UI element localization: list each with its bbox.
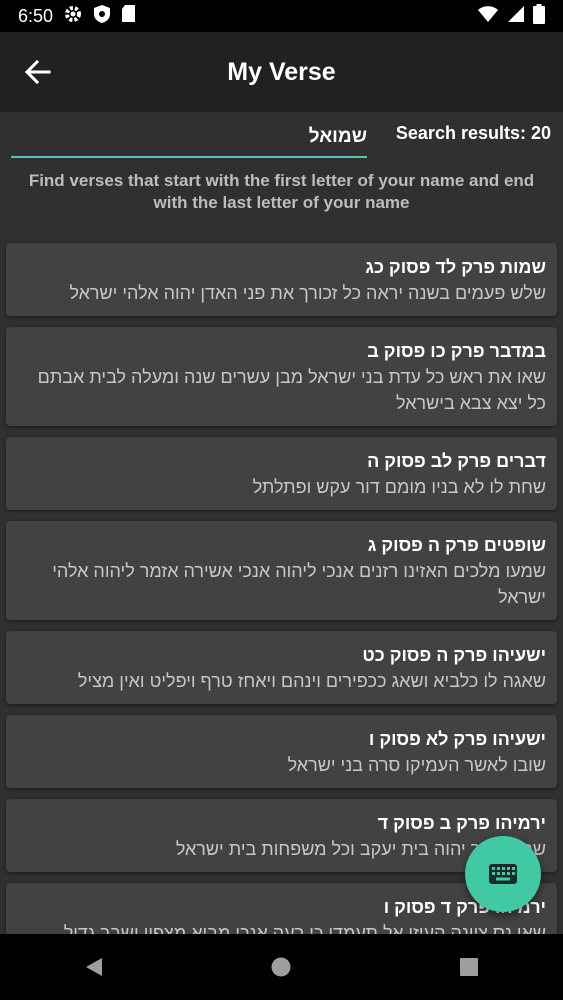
app-bar: My Verse [0,32,563,112]
verse-reference: במדבר פרק כו פסוק ב [367,341,546,361]
verse-text: שאו את ראש כל עדת בני ישראל מבן עשרים שנ… [37,367,546,413]
verse-text: שמעו דבר יהוה בית יעקב וכל משפחות בית יש… [175,839,546,859]
navigation-bar [0,934,563,1000]
verse-text: שובו לאשר העמיקו סרה בני ישראל [287,755,546,775]
recents-square-icon [460,958,479,976]
shield-icon [93,4,111,29]
verse-text: שלש פעמים בשנה יראה כל זכורך את פני האדן… [69,283,546,303]
verse-text: שחת לו לא בניו מומם דור עקש ופתלתל [252,477,546,497]
status-time: 6:50 [18,5,54,26]
verse-reference: ישעיהו פרק לא פסוק ו [368,729,546,749]
keyboard-button[interactable] [465,836,541,912]
search-input[interactable] [11,124,367,158]
nav-home-button[interactable] [251,937,311,997]
page-title: My Verse [227,57,336,86]
verse-text: שאגה לו כלביא ושאג ככפירים וינהם ויאחז ט… [77,671,546,691]
keyboard-icon [489,864,517,884]
verse-card[interactable]: דברים פרק לב פסוק ה שחת לו לא בניו מומם … [6,437,557,510]
verse-card[interactable]: ישעיהו פרק לא פסוק ו שובו לאשר העמיקו סר… [6,715,557,788]
verse-reference: ירמיהו פרק ב פסוק ד [377,813,546,833]
wifi-icon [477,5,499,28]
search-results-count: Search results: 20 [395,123,551,143]
verse-reference: שמות פרק לד פסוק כג [365,257,546,277]
gear-icon [63,4,83,29]
home-circle-icon [271,957,291,977]
nav-recents-button[interactable] [439,937,499,997]
status-bar: 6:50 [0,0,563,32]
verse-reference: שופטים פרק ה פסוק ג [367,535,546,555]
battery-icon [533,3,545,29]
verse-card[interactable]: שופטים פרק ה פסוק ג שמעו מלכים האזינו רז… [6,521,557,620]
arrow-left-icon [24,59,51,85]
signal-icon [507,5,525,28]
verse-reference: דברים פרק לב פסוק ה [367,451,546,471]
sdcard-icon [121,4,136,28]
nav-back-button[interactable] [64,937,124,997]
verse-reference: ישעיהו פרק ה פסוק כט [362,645,546,665]
instructions-text: Find verses that start with the first le… [28,171,535,212]
verse-card[interactable]: ישעיהו פרק ה פסוק כט שאגה לו כלביא ושאג … [6,631,557,704]
verse-card[interactable]: במדבר פרק כו פסוק ב שאו את ראש כל עדת בנ… [6,327,557,426]
back-triangle-icon [85,958,102,976]
verse-card[interactable]: שמות פרק לד פסוק כג שלש פעמים בשנה יראה … [6,243,557,316]
back-button[interactable] [22,56,54,88]
verse-reference: ירמיהו פרק ד פסוק ו [383,897,546,917]
verse-text: שמעו מלכים האזינו רזנים אנכי ליהוה אנכי … [52,561,546,607]
